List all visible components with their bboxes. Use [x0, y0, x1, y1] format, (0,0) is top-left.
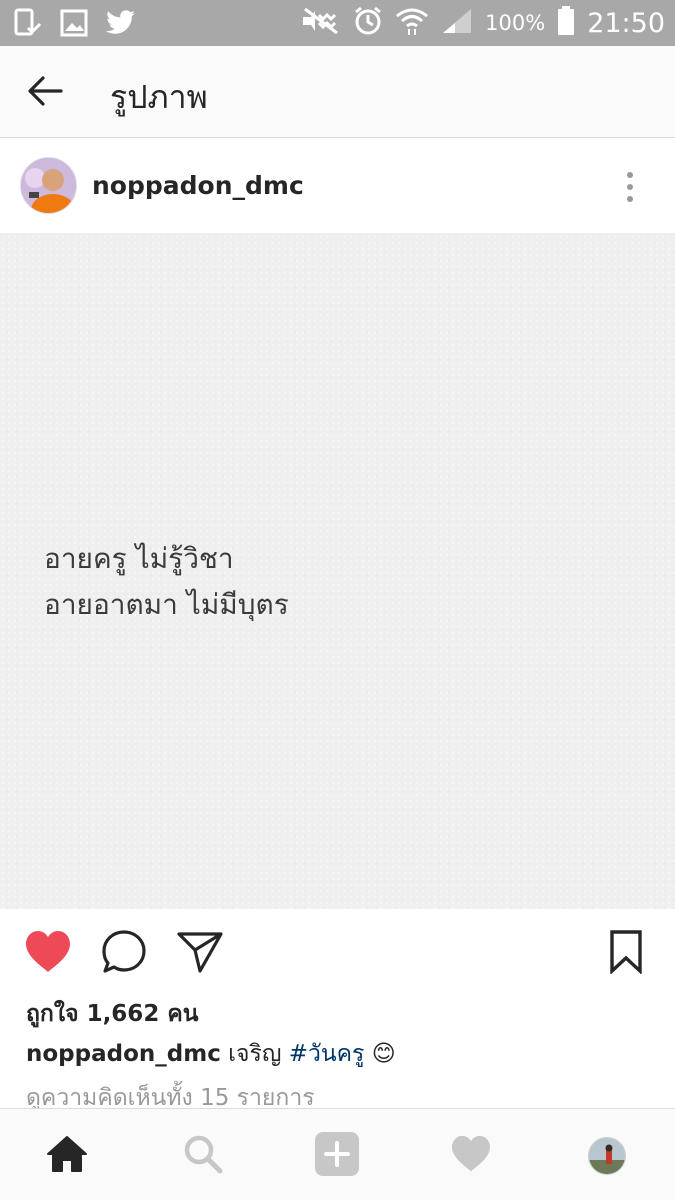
activity-heart-icon: [450, 1135, 492, 1177]
share-icon: [176, 930, 224, 978]
avatar[interactable]: [20, 157, 77, 214]
page-title: รูปภาพ: [110, 78, 208, 116]
more-dot-icon: [627, 184, 633, 190]
bottom-nav: [0, 1108, 675, 1200]
status-bar: 100% 21:50: [0, 0, 675, 46]
post-image-text: อายครู ไม่รู้วิชา อายอาตมา ไม่มีบุตร: [44, 536, 289, 628]
view-all-comments-link[interactable]: ดูความคิดเห็นทั้ง 15 รายการ: [26, 1080, 315, 1108]
post-username[interactable]: noppadon_dmc: [92, 171, 304, 200]
image-icon: [60, 9, 88, 41]
add-post-icon: [314, 1132, 360, 1180]
nav-add-post[interactable]: [314, 1132, 360, 1180]
save-button[interactable]: [600, 928, 652, 980]
twitter-icon: [106, 10, 136, 40]
more-dot-icon: [627, 172, 633, 178]
likes-count[interactable]: ถูกใจ 1,662 คน: [26, 996, 198, 1032]
wifi-icon: [395, 6, 429, 40]
nav-activity[interactable]: [448, 1133, 494, 1179]
top-app-bar: รูปภาพ: [0, 46, 675, 138]
post-header: noppadon_dmc: [0, 139, 675, 234]
arrow-left-icon: [27, 75, 63, 111]
post-image-line: อายครู ไม่รู้วิชา: [44, 542, 234, 575]
nav-profile[interactable]: [584, 1133, 630, 1179]
battery-icon: [557, 6, 575, 40]
post-image[interactable]: อายครู ไม่รู้วิชา อายอาตมา ไม่มีบุตร: [0, 234, 675, 909]
more-options-button[interactable]: [615, 167, 645, 207]
caption-hashtag[interactable]: #วันครู: [289, 1041, 365, 1067]
home-icon: [46, 1135, 88, 1177]
post-image-line: อายอาตมา ไม่มีบุตร: [44, 588, 289, 621]
comment-button[interactable]: [98, 928, 150, 980]
caption-username[interactable]: noppadon_dmc: [26, 1041, 221, 1067]
post-actions: [0, 910, 675, 998]
heart-icon: [24, 930, 72, 978]
profile-avatar: [588, 1137, 626, 1175]
signal-icon: [441, 7, 473, 39]
battery-percent: 100%: [485, 11, 546, 35]
nav-home[interactable]: [44, 1133, 90, 1179]
device-check-icon: [14, 8, 42, 42]
comment-icon: [101, 929, 147, 979]
caption-text: เจริญ: [228, 1041, 282, 1067]
search-icon: [183, 1134, 223, 1178]
bookmark-icon: [609, 930, 643, 978]
post-caption: noppadon_dmc เจริญ #วันครู 😊: [26, 1036, 396, 1072]
smile-emoji-icon: 😊: [371, 1041, 396, 1067]
alarm-icon: [353, 6, 383, 40]
mute-icon: [299, 7, 341, 39]
more-dot-icon: [627, 196, 633, 202]
back-button[interactable]: [22, 70, 68, 116]
nav-search[interactable]: [180, 1133, 226, 1179]
share-button[interactable]: [174, 928, 226, 980]
like-button[interactable]: [22, 928, 74, 980]
clock-time: 21:50: [587, 7, 665, 39]
